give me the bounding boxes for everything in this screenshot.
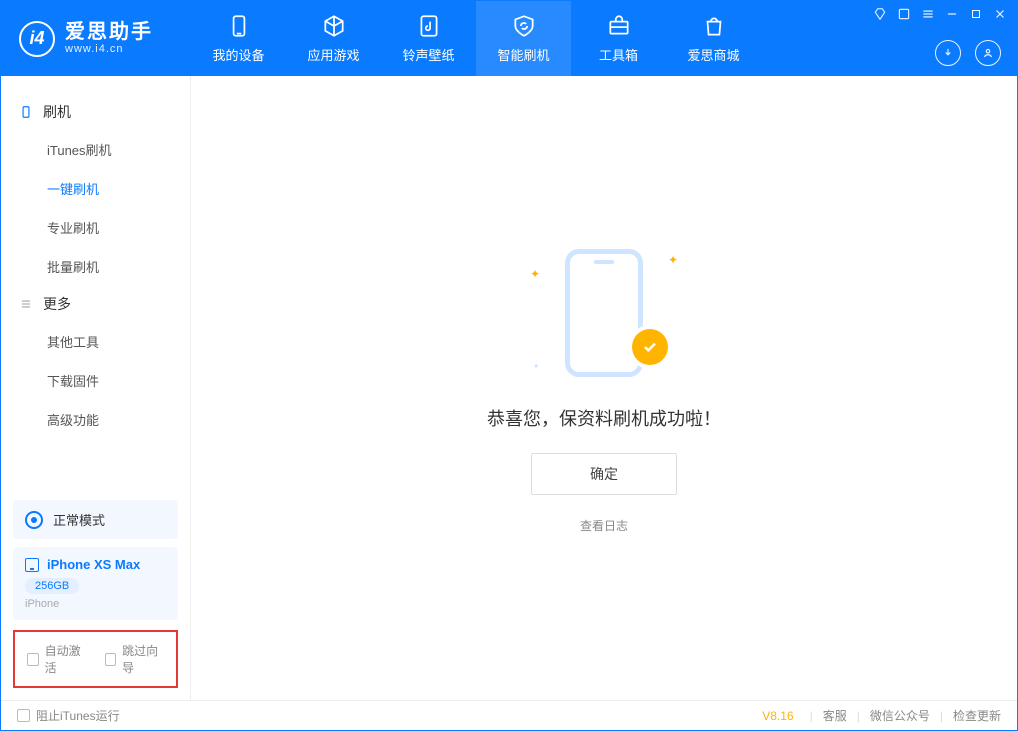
main-tabs: 我的设备 应用游戏 铃声壁纸 智能刷机 工具箱 爱思商城 [191,1,761,76]
tab-label: 应用游戏 [307,45,359,64]
status-bar: 阻止iTunes运行 V8.16 | 客服 | 微信公众号 | 检查更新 [1,700,1017,730]
support-link[interactable]: 客服 [823,707,847,724]
checkbox-icon [17,709,30,722]
device-storage-badge: 256GB [25,578,79,594]
tab-smart-flash[interactable]: 智能刷机 [476,1,571,76]
mode-indicator-icon [25,511,43,529]
device-card[interactable]: iPhone XS Max 256GB iPhone [13,547,178,620]
success-illustration: ✦ ✦ • [544,243,664,383]
app-header: i4 爱思助手 www.i4.cn 我的设备 应用游戏 铃声壁纸 智能刷机 工具… [1,1,1017,76]
tab-label: 智能刷机 [497,45,549,64]
tab-label: 工具箱 [599,45,638,64]
minimize-button[interactable] [945,7,959,21]
tab-my-device[interactable]: 我的设备 [191,1,286,76]
separator: | [857,709,860,723]
tab-label: 爱思商城 [687,45,739,64]
group-title: 更多 [43,294,71,314]
sidebar-item-pro-flash[interactable]: 专业刷机 [1,208,190,247]
logo-area: i4 爱思助手 www.i4.cn [1,1,191,76]
sidebar-item-advanced[interactable]: 高级功能 [1,400,190,439]
menu-icon[interactable] [921,7,935,21]
device-type: iPhone [25,598,166,610]
sidebar-group-more: 更多 [1,286,190,322]
footer-right: V8.16 | 客服 | 微信公众号 | 检查更新 [762,707,1001,724]
close-button[interactable] [993,7,1007,21]
checkbox-block-itunes[interactable]: 阻止iTunes运行 [17,707,120,724]
sparkle-icon: • [534,359,538,373]
view-log-link[interactable]: 查看日志 [580,517,628,534]
checkbox-label: 跳过向导 [122,642,164,676]
wechat-link[interactable]: 微信公众号 [870,707,930,724]
sidebar-bottom: 正常模式 iPhone XS Max 256GB iPhone 自动激活 跳过向… [1,492,190,700]
device-phone-icon [25,558,39,572]
feedback-icon[interactable] [897,7,911,21]
tab-label: 铃声壁纸 [402,45,454,64]
tab-apps-games[interactable]: 应用游戏 [286,1,381,76]
download-button[interactable] [935,40,961,66]
refresh-shield-icon [511,13,537,39]
tab-store[interactable]: 爱思商城 [666,1,761,76]
check-update-link[interactable]: 检查更新 [953,707,1001,724]
brand-url: www.i4.cn [65,43,153,55]
version-label: V8.16 [762,709,793,723]
tab-ringtone-wallpaper[interactable]: 铃声壁纸 [381,1,476,76]
sidebar: 刷机 iTunes刷机 一键刷机 专业刷机 批量刷机 更多 其他工具 下载固件 … [1,76,191,700]
sidebar-item-other-tools[interactable]: 其他工具 [1,322,190,361]
tab-label: 我的设备 [212,45,264,64]
bag-icon [701,13,727,39]
group-title: 刷机 [43,102,71,122]
brand-name: 爱思助手 [65,21,153,43]
device-name-row: iPhone XS Max [25,557,166,572]
mode-card[interactable]: 正常模式 [13,500,178,539]
phone-illustration-icon [565,249,643,377]
checkmark-badge-icon [632,329,668,365]
separator: | [810,709,813,723]
maximize-button[interactable] [969,7,983,21]
sparkle-icon: ✦ [530,267,540,281]
theme-icon[interactable] [873,7,887,21]
sidebar-group-flash: 刷机 [1,94,190,130]
tab-toolbox[interactable]: 工具箱 [571,1,666,76]
separator: | [940,709,943,723]
cube-icon [321,13,347,39]
app-body: 刷机 iTunes刷机 一键刷机 专业刷机 批量刷机 更多 其他工具 下载固件 … [1,76,1017,700]
checkbox-label: 自动激活 [45,642,87,676]
sidebar-item-oneclick-flash[interactable]: 一键刷机 [1,169,190,208]
header-actions [935,40,1001,66]
sidebar-item-batch-flash[interactable]: 批量刷机 [1,247,190,286]
user-button[interactable] [975,40,1001,66]
sidebar-item-download-firmware[interactable]: 下载固件 [1,361,190,400]
device-name: iPhone XS Max [47,557,140,572]
toolbox-icon [606,13,632,39]
logo-icon: i4 [19,21,55,57]
music-file-icon [416,13,442,39]
checkbox-label: 阻止iTunes运行 [36,707,120,724]
checkbox-icon [27,653,39,666]
sidebar-item-itunes-flash[interactable]: iTunes刷机 [1,130,190,169]
checkbox-auto-activate[interactable]: 自动激活 [27,642,87,676]
mode-label: 正常模式 [53,510,105,529]
checkbox-skip-guide[interactable]: 跳过向导 [105,642,165,676]
checkbox-icon [105,653,117,666]
phone-outline-icon [19,105,33,119]
main-content: ✦ ✦ • 恭喜您，保资料刷机成功啦！ 确定 查看日志 [191,76,1017,700]
logo-text: 爱思助手 www.i4.cn [65,21,153,55]
options-highlighted-row: 自动激活 跳过向导 [13,630,178,688]
sparkle-icon: ✦ [668,253,678,267]
phone-icon [226,13,252,39]
window-controls [873,7,1007,21]
list-icon [19,297,33,311]
ok-button[interactable]: 确定 [531,453,677,495]
success-message: 恭喜您，保资料刷机成功啦！ [487,405,721,431]
